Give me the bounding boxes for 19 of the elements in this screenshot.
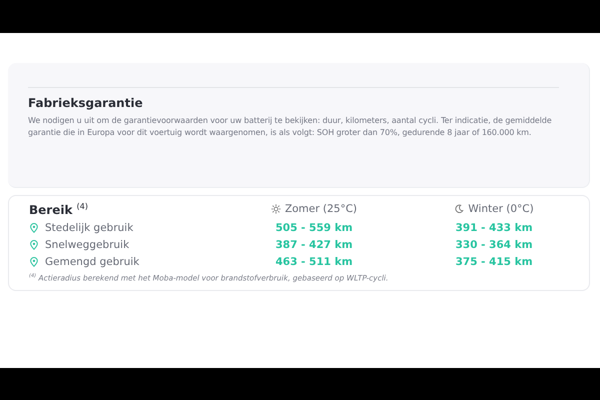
range-value: 463 - 511 km [274, 256, 354, 268]
range-value: 505 - 559 km [274, 222, 354, 234]
column-header: Zomer (25°C) [284, 203, 358, 215]
column-header: Winter (0°C) [468, 203, 534, 215]
range-value: 330 - 364 km [454, 238, 534, 250]
location-pin-icon [29, 222, 39, 232]
row-label: Snelweggebruik [45, 238, 130, 250]
row-label: Gemengd gebruik [45, 256, 140, 268]
moon-icon [454, 204, 464, 214]
range-value: 391 - 433 km [454, 222, 534, 234]
row-label: Stedelijk gebruik [45, 222, 134, 234]
location-pin-icon [29, 240, 39, 250]
range-value: 387 - 427 km [274, 238, 354, 250]
section-title: Fabrieksgarantie [28, 96, 144, 110]
warranty-text: We nodigen u uit om de garantievoorwaarden voor uw batterij te bekijken: duur, kilometers, aantal cycli. Ter indicatie, de gemiddelde garantie die in Europa voor dit voertuig wordt waargenomen, is als volgt: SOH groter dan 70%, gedurende 8 jaar of 160.000 km. [28, 114, 553, 138]
sun-icon [270, 204, 281, 214]
range-value: 375 - 415 km [454, 256, 534, 268]
location-pin-icon [29, 256, 39, 266]
section-title: Bereik $^{(4)}$ [29, 202, 89, 216]
